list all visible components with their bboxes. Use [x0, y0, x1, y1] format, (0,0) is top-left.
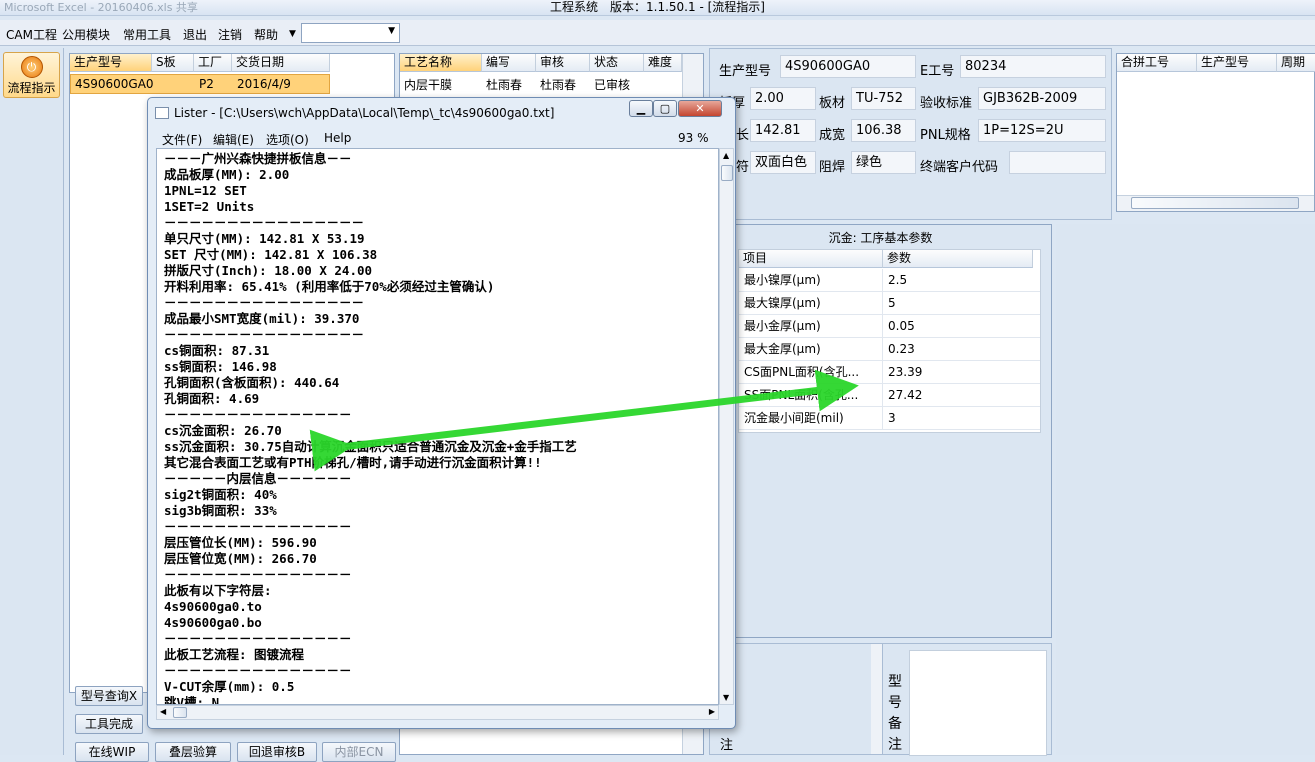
annotation-arrow — [309, 369, 859, 472]
